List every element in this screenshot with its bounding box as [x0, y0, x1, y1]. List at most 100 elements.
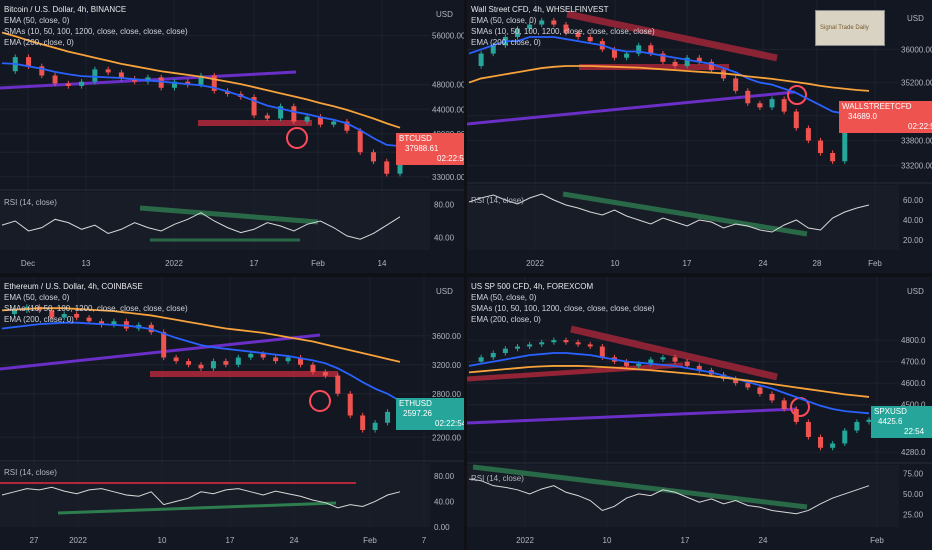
- us30-price-tag: WALLSTREETCFD 34689.0 02:22:54: [839, 101, 932, 133]
- btc-ytick-label: 56000.00: [432, 32, 464, 41]
- eth-rsi-tick-label: 80.00: [434, 472, 455, 481]
- spx-candle-body: [636, 363, 642, 366]
- us30-smas-label[interactable]: SMAs (10, 50, 100, 1200, close, close, c…: [471, 26, 655, 37]
- btc-ytick-label: 44000.00: [432, 105, 464, 114]
- btc-price-tag-symbol: BTCUSD: [399, 134, 432, 143]
- btc-smas-label[interactable]: SMAs (10, 50, 100, 1200, close, close, c…: [4, 26, 188, 37]
- eth-unit-label: USD: [436, 287, 453, 296]
- spx-candle-body: [672, 357, 678, 362]
- us30-rsi-label[interactable]: RSI (14, close): [471, 196, 524, 205]
- spx-candle-body: [563, 340, 569, 343]
- btc-rsi-label[interactable]: RSI (14, close): [4, 198, 57, 207]
- eth-rsi-label[interactable]: RSI (14, close): [4, 468, 57, 477]
- eth-xtick-label: 7: [422, 536, 427, 545]
- btc-price-value: 37988.61: [405, 144, 439, 153]
- btc-legend: Bitcoin / U.S. Dollar, 4h, BINANCE EMA (…: [4, 4, 188, 48]
- eth-smas-label[interactable]: SMAs (10, 50, 100, 1200, close, close, c…: [4, 303, 188, 314]
- eth-price-time: 02:22:54: [435, 419, 464, 428]
- btc-symbol-title[interactable]: Bitcoin / U.S. Dollar, 4h, BINANCE: [4, 4, 188, 15]
- spx-candle-body: [781, 400, 787, 409]
- us30-xtick-label: 24: [759, 259, 768, 268]
- eth-ema200-label[interactable]: EMA (200, close, 0): [4, 314, 188, 325]
- spx-candle-body: [599, 346, 605, 358]
- us30-ema200-label[interactable]: EMA (200, close, 0): [471, 37, 655, 48]
- us30-symbol-title[interactable]: Wall Street CFD, 4h, WHSELFINVEST: [471, 4, 655, 15]
- eth-candle-body: [186, 361, 192, 365]
- btc-xtick-label: 17: [250, 259, 259, 268]
- spx-candle-body: [539, 342, 545, 345]
- us30-xtick-label: Feb: [868, 259, 882, 268]
- eth-symbol-title[interactable]: Ethereum / U.S. Dollar, 4h, COINBASE: [4, 281, 188, 292]
- spx-xtick-label: 10: [603, 536, 612, 545]
- btc-chart-panel[interactable]: 56000.0048000.0044000.0040000.0037000.00…: [0, 0, 464, 273]
- btc-ema200-label[interactable]: EMA (200, close, 0): [4, 37, 188, 48]
- us30-legend: Wall Street CFD, 4h, WHSELFINVEST EMA (5…: [471, 4, 655, 48]
- us30-candle-body: [757, 103, 763, 108]
- us30-price-tag-symbol: WALLSTREETCFD: [842, 102, 912, 111]
- eth-candle-body: [322, 372, 328, 376]
- eth-candle-body: [210, 361, 216, 369]
- spx-candle-body: [757, 387, 763, 394]
- spx-candle-body: [587, 344, 593, 347]
- spx-xtick-label: 17: [681, 536, 690, 545]
- btc-candle-body: [357, 130, 363, 153]
- spx-symbol-title[interactable]: US SP 500 CFD, 4h, FOREXCOM: [471, 281, 655, 292]
- spx-ema50-label[interactable]: EMA (50, close, 0): [471, 292, 655, 303]
- btc-ytick-label: 33000.00: [432, 173, 464, 182]
- spx-purple-trendline: [467, 407, 798, 425]
- spx-candle-body: [769, 393, 775, 401]
- spx-candle-body: [805, 421, 811, 437]
- spx-candle-body: [527, 344, 533, 347]
- spx-xtick-label: 2022: [516, 536, 534, 545]
- us30-candle-body: [672, 61, 678, 66]
- us30-ytick-label: 35200.00: [901, 79, 932, 88]
- us30-candle-body: [830, 153, 836, 162]
- eth-legend: Ethereum / U.S. Dollar, 4h, COINBASE EMA…: [4, 281, 188, 325]
- eth-rsi-tick-label: 0.00: [434, 523, 450, 532]
- eth-ema50-label[interactable]: EMA (50, close, 0): [4, 292, 188, 303]
- btc-candle-body: [26, 57, 32, 67]
- spx-rsi-tick-label: 25.00: [903, 511, 924, 520]
- btc-price-time: 02:22:54: [437, 154, 464, 163]
- eth-candle-body: [273, 357, 279, 362]
- btc-xtick-label: Feb: [311, 259, 325, 268]
- spx-chart-panel[interactable]: 4800.04700.04600.04500.04280.075.0050.00…: [467, 277, 932, 550]
- spx-support-trend: [467, 362, 684, 382]
- us30-candle-body: [733, 78, 739, 91]
- us30-unit-label: USD: [907, 14, 924, 23]
- us30-ytick-label: 33800.00: [901, 137, 932, 146]
- us30-ema50-label[interactable]: EMA (50, close, 0): [471, 15, 655, 26]
- spx-ema200-label[interactable]: EMA (200, close, 0): [471, 314, 655, 325]
- spx-candle-body: [514, 346, 520, 349]
- eth-candle-body: [347, 393, 353, 416]
- spx-candle-body: [830, 443, 836, 448]
- eth-xtick-label: 27: [30, 536, 39, 545]
- spx-xtick-label: 24: [759, 536, 768, 545]
- spx-price-time: 22:54: [904, 427, 925, 436]
- spx-rsi-label[interactable]: RSI (14, close): [471, 474, 524, 483]
- eth-candle-body: [248, 353, 254, 358]
- eth-price-tag-symbol: ETHUSD: [399, 399, 432, 408]
- us30-candle-body: [805, 128, 811, 141]
- spx-candle-body: [842, 430, 848, 444]
- eth-chart-panel[interactable]: 3600.00 3200.00 2800.00 2200.00 80.00 40.00 0.…: [0, 277, 464, 550]
- brand-logo: Signal Trade Daily: [815, 10, 885, 46]
- btc-candle-body: [370, 152, 376, 162]
- us30-xtick-label: 28: [813, 259, 822, 268]
- us30-xtick-label: 17: [683, 259, 692, 268]
- btc-candle-body: [52, 75, 58, 84]
- eth-purple-trendline: [0, 333, 321, 371]
- spx-smas-label[interactable]: SMAs (10, 50, 100, 1200, close, close, c…: [471, 303, 655, 314]
- us30-candle-body: [478, 53, 484, 66]
- eth-ytick-label: 3200.00: [432, 361, 461, 370]
- spx-candle-body: [502, 348, 508, 353]
- btc-candle-body: [384, 161, 390, 174]
- spx-candle-body: [551, 340, 557, 343]
- eth-candle-body: [173, 357, 179, 362]
- spx-ytick-label: 4600.0: [901, 379, 926, 388]
- eth-rsi-tick-label: 40.00: [434, 497, 455, 506]
- btc-candle-body: [304, 116, 310, 122]
- eth-resistance-zone: [150, 371, 338, 377]
- btc-ema50-label[interactable]: EMA (50, close, 0): [4, 15, 188, 26]
- spx-price-value: 4425.6: [878, 417, 903, 426]
